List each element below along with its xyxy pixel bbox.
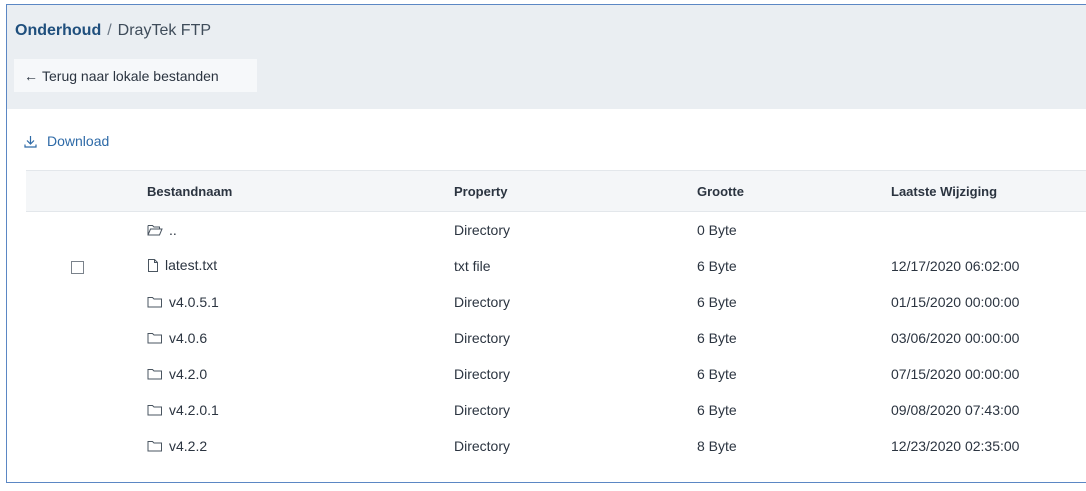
- filename-text: latest.txt: [165, 257, 218, 274]
- filename-text: v4.2.0.1: [169, 401, 219, 418]
- folder-icon: [147, 332, 162, 343]
- file-icon: [148, 258, 158, 272]
- filename-text: ..: [169, 221, 177, 238]
- filename-text: v4.2.0: [169, 365, 208, 382]
- folder-icon: [147, 296, 162, 307]
- arrow-left-icon: ←: [24, 67, 38, 84]
- row-select-cell: [26, 320, 147, 356]
- modified-cell: 12/17/2020 06:02:00: [891, 258, 1020, 274]
- breadcrumb-root[interactable]: Onderhoud: [15, 22, 101, 39]
- property-cell: Directory: [454, 222, 511, 238]
- back-to-local-files-button[interactable]: ← Terug naar lokale bestanden: [14, 59, 257, 92]
- filename-cell: latest.txt: [147, 248, 454, 284]
- header-size[interactable]: Grootte: [697, 170, 891, 212]
- filename-text: v4.0.5.1: [169, 293, 219, 310]
- file-list-content: Download Bestandnaam Property Grootte La…: [7, 109, 1086, 482]
- filename-text: v4.2.2: [169, 437, 208, 454]
- download-icon: [24, 135, 37, 148]
- file-link[interactable]: v4.2.2: [147, 438, 207, 454]
- breadcrumb-current: DrayTek FTP: [117, 22, 212, 39]
- property-cell: Directory: [454, 402, 511, 418]
- modified-cell: 12/23/2020 02:35:00: [891, 438, 1020, 454]
- modified-cell: 03/06/2020 00:00:00: [891, 330, 1020, 346]
- property-cell: Directory: [454, 330, 511, 346]
- folder-open-icon: [147, 224, 163, 235]
- table-row[interactable]: latest.txt txt file 6 Byte 12/17/2020 06…: [26, 248, 1086, 284]
- filename-cell: v4.2.0.1: [147, 392, 454, 428]
- file-link[interactable]: ..: [147, 222, 177, 238]
- file-link[interactable]: v4.2.0.1: [147, 402, 219, 418]
- page-header: Onderhoud / DrayTek FTP ← Terug naar lokale…: [7, 5, 1086, 109]
- folder-icon: [147, 368, 162, 379]
- table-row[interactable]: v4.0.6 Directory 6 Byte 03/06/2020 00:00…: [26, 320, 1086, 356]
- filename-text: v4.0.6: [169, 329, 208, 346]
- filename-cell: v4.2.2: [147, 428, 454, 464]
- row-select-cell: [26, 356, 147, 392]
- table-row[interactable]: v4.2.0 Directory 6 Byte 07/15/2020 00:00…: [26, 356, 1086, 392]
- file-link[interactable]: v4.2.0: [147, 366, 207, 382]
- folder-icon: [147, 440, 162, 451]
- row-select-cell: [26, 392, 147, 428]
- header-select: [26, 170, 147, 212]
- table-row[interactable]: v4.2.2 Directory 8 Byte 12/23/2020 02:35…: [26, 428, 1086, 464]
- breadcrumb: Onderhoud / DrayTek FTP: [15, 22, 211, 40]
- row-checkbox[interactable]: [71, 260, 84, 274]
- file-link[interactable]: latest.txt: [147, 257, 217, 273]
- filename-cell: ..: [147, 212, 454, 249]
- row-select-cell: [26, 212, 147, 249]
- size-cell: 6 Byte: [697, 366, 737, 382]
- modified-cell: 01/15/2020 00:00:00: [891, 294, 1020, 310]
- header-modified[interactable]: Laatste Wijziging: [891, 170, 1086, 212]
- filename-cell: v4.0.5.1: [147, 284, 454, 320]
- download-label: Download: [47, 133, 110, 149]
- property-cell: Directory: [454, 294, 511, 310]
- file-link[interactable]: v4.0.5.1: [147, 294, 219, 310]
- table-row[interactable]: .. Directory 0 Byte: [26, 212, 1086, 249]
- size-cell: 8 Byte: [697, 438, 737, 454]
- file-table: Bestandnaam Property Grootte Laatste Wij…: [26, 170, 1086, 464]
- size-cell: 0 Byte: [697, 222, 737, 238]
- filename-cell: v4.0.6: [147, 320, 454, 356]
- size-cell: 6 Byte: [697, 294, 737, 310]
- header-filename[interactable]: Bestandnaam: [147, 170, 454, 212]
- table-row[interactable]: v4.2.0.1 Directory 6 Byte 09/08/2020 07:…: [26, 392, 1086, 428]
- table-row[interactable]: v4.0.5.1 Directory 6 Byte 01/15/2020 00:…: [26, 284, 1086, 320]
- folder-icon: [147, 404, 162, 415]
- modified-cell: 07/15/2020 00:00:00: [891, 366, 1020, 382]
- modified-cell: 09/08/2020 07:43:00: [891, 402, 1020, 418]
- modified-cell: [891, 212, 1086, 249]
- file-link[interactable]: v4.0.6: [147, 330, 207, 346]
- breadcrumb-separator: /: [107, 22, 112, 39]
- property-cell: txt file: [454, 258, 491, 274]
- download-button[interactable]: Download: [24, 133, 109, 149]
- filename-cell: v4.2.0: [147, 356, 454, 392]
- row-select-cell: [26, 284, 147, 320]
- back-button-label: Terug naar lokale bestanden: [42, 67, 219, 84]
- size-cell: 6 Byte: [697, 258, 737, 274]
- header-property[interactable]: Property: [454, 170, 697, 212]
- size-cell: 6 Byte: [697, 330, 737, 346]
- property-cell: Directory: [454, 366, 511, 382]
- row-select-cell: [26, 248, 147, 284]
- table-header-row: Bestandnaam Property Grootte Laatste Wij…: [26, 170, 1086, 212]
- property-cell: Directory: [454, 438, 511, 454]
- size-cell: 6 Byte: [697, 402, 737, 418]
- ftp-panel: Onderhoud / DrayTek FTP ← Terug naar lokale…: [6, 4, 1086, 483]
- row-select-cell: [26, 428, 147, 464]
